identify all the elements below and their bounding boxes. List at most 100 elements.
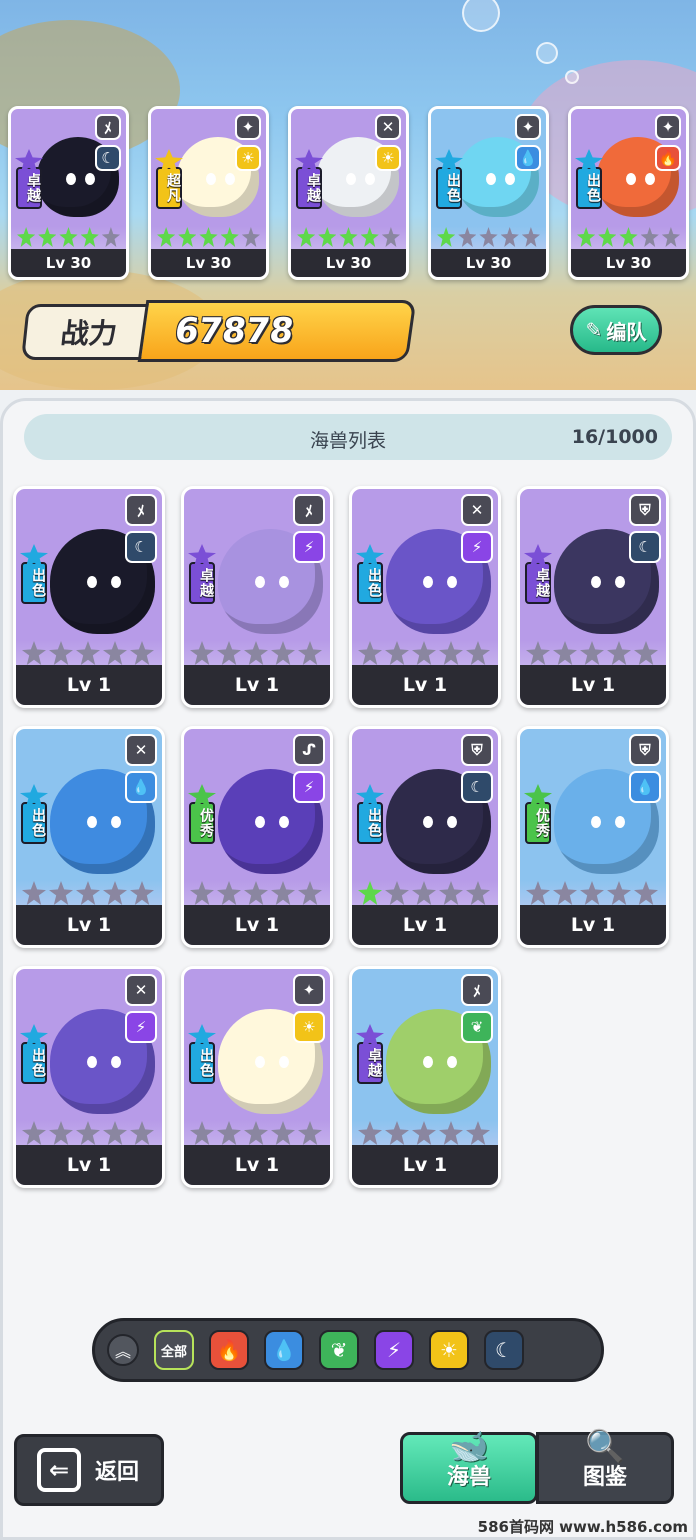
star-empty-icon <box>412 641 436 665</box>
creature-eye <box>422 576 433 589</box>
star-rating <box>526 641 660 665</box>
element-filter-bar: ︽ 全部 🔥 💧 ❦ ⚡ ☀ ☾ <box>92 1318 604 1382</box>
star-empty-icon <box>244 881 268 905</box>
monster-card[interactable]: ✕ ⚡ 出色 Lv 1 <box>349 486 501 708</box>
star-filled-icon <box>437 227 456 247</box>
star-empty-icon <box>385 881 409 905</box>
creature-eye <box>422 816 433 829</box>
tab-codex[interactable]: 🔍 图鉴 <box>536 1427 674 1504</box>
rank-label: 卓越 <box>16 167 42 209</box>
rank-label: 卓越 <box>189 562 215 604</box>
level-label: Lv 1 <box>16 665 162 705</box>
combat-power-label: 战力 <box>21 304 157 360</box>
back-button[interactable]: ⇐ 返回 <box>14 1434 164 1506</box>
star-empty-icon <box>190 641 214 665</box>
collapse-chevrons-icon[interactable]: ︽ <box>107 1334 139 1366</box>
water-filter-icon[interactable]: 💧 <box>264 1330 304 1370</box>
shield-icon: ⛨ <box>629 734 661 766</box>
sword-icon: ﾒ <box>293 494 325 526</box>
star-empty-icon <box>580 881 604 905</box>
dark-filter-icon[interactable]: ☾ <box>484 1330 524 1370</box>
star-empty-icon <box>22 641 46 665</box>
rank-label: 出色 <box>189 1042 215 1084</box>
rank-label: 出色 <box>21 562 47 604</box>
rank-label: 卓越 <box>296 167 322 209</box>
star-rating <box>358 1121 492 1145</box>
monster-card[interactable]: ✦ ☀ 出色 Lv 1 <box>181 966 333 1188</box>
star-empty-icon <box>103 641 127 665</box>
bottom-tabs: 🐋 海兽 🔍 图鉴 <box>400 1427 676 1508</box>
light-filter-icon[interactable]: ☀ <box>429 1330 469 1370</box>
creature-eye <box>254 576 265 589</box>
monster-grid: ﾒ ☾ 出色 Lv 1 ﾒ ⚡ 卓越 Lv 1 ✕ ⚡ 出色 Lv 1 ⛨ ☾ 卓越 Lv 1 ✕ 💧 出色 Lv 1… <box>13 486 669 1188</box>
tab-monsters[interactable]: 🐋 海兽 <box>400 1427 538 1504</box>
creature-eye <box>86 576 97 589</box>
rank-badge: 卓越 <box>15 149 43 219</box>
monster-card[interactable]: ﾒ ☾ 出色 Lv 1 <box>13 486 165 708</box>
star-filled-icon <box>577 227 596 247</box>
star-empty-icon <box>634 641 658 665</box>
monster-count: 16/1000 <box>571 426 658 448</box>
thunder-filter-icon[interactable]: ⚡ <box>374 1330 414 1370</box>
creature-eye <box>485 173 496 185</box>
star-empty-icon <box>358 641 382 665</box>
team-member-card[interactable]: ✦ 💧 出色 Lv 30 <box>428 106 549 280</box>
star-empty-icon <box>458 227 477 247</box>
creature-eye <box>364 173 375 185</box>
dark-element-icon: ☾ <box>95 145 121 171</box>
star-empty-icon <box>271 1121 295 1145</box>
creature-eye <box>614 816 625 829</box>
star-filled-icon <box>157 227 176 247</box>
star-rating <box>297 227 401 247</box>
star-empty-icon <box>76 881 100 905</box>
star-empty-icon <box>553 881 577 905</box>
star-empty-icon <box>479 227 498 247</box>
monster-card[interactable]: ✕ ⚡ 出色 Lv 1 <box>13 966 165 1188</box>
monster-card[interactable]: ⛨ 💧 优秀 Lv 1 <box>517 726 669 948</box>
star-empty-icon <box>607 881 631 905</box>
creature-eye <box>110 1056 121 1069</box>
star-filled-icon <box>220 227 239 247</box>
fire-filter-icon[interactable]: 🔥 <box>209 1330 249 1370</box>
star-rating <box>526 881 660 905</box>
monster-card[interactable]: ✕ 💧 出色 Lv 1 <box>13 726 165 948</box>
star-empty-icon <box>244 1121 268 1145</box>
team-lineup: ﾒ ☾ 卓越 Lv 30 ✦ ☀ 超凡 Lv 30 ✕ ☀ 卓越 Lv 30 ✦ 💧 出色 Lv 30 ✦ 🔥 出色… <box>8 106 689 280</box>
thunder-element-icon: ⚡ <box>461 531 493 563</box>
shield-icon: ⛨ <box>461 734 493 766</box>
star-empty-icon <box>76 1121 100 1145</box>
monster-card[interactable]: ﾒ ❦ 卓越 Lv 1 <box>349 966 501 1188</box>
creature-eye <box>254 1056 265 1069</box>
monster-card[interactable]: ﾒ ⚡ 卓越 Lv 1 <box>181 486 333 708</box>
team-member-card[interactable]: ﾒ ☾ 卓越 Lv 30 <box>8 106 129 280</box>
team-member-card[interactable]: ✦ 🔥 出色 Lv 30 <box>568 106 689 280</box>
team-member-card[interactable]: ✕ ☀ 卓越 Lv 30 <box>288 106 409 280</box>
star-filled-icon <box>318 227 337 247</box>
star-empty-icon <box>412 1121 436 1145</box>
star-empty-icon <box>241 227 261 247</box>
creature-eye <box>614 576 625 589</box>
bow-icon: ✕ <box>461 494 493 526</box>
creature-eye <box>446 1056 457 1069</box>
star-rating <box>22 641 156 665</box>
star-empty-icon <box>439 641 463 665</box>
team-member-card[interactable]: ✦ ☀ 超凡 Lv 30 <box>148 106 269 280</box>
star-filled-icon <box>360 227 379 247</box>
filter-all-button[interactable]: 全部 <box>154 1330 194 1370</box>
monster-card[interactable]: ᔑ ⚡ 优秀 Lv 1 <box>181 726 333 948</box>
rank-label: 优秀 <box>189 802 215 844</box>
creature-eye <box>224 173 235 185</box>
star-empty-icon <box>130 1121 154 1145</box>
star-empty-icon <box>580 641 604 665</box>
star-rating <box>190 641 324 665</box>
rank-badge: 卓越 <box>295 149 323 219</box>
star-filled-icon <box>297 227 316 247</box>
star-empty-icon <box>298 1121 322 1145</box>
star-empty-icon <box>521 227 541 247</box>
star-filled-icon <box>598 227 617 247</box>
monster-card[interactable]: ⛨ ☾ 卓越 Lv 1 <box>517 486 669 708</box>
monster-card[interactable]: ⛨ ☾ 出色 Lv 1 <box>349 726 501 948</box>
star-empty-icon <box>466 881 490 905</box>
edit-team-button[interactable]: ✎ 编队 <box>570 305 662 355</box>
grass-filter-icon[interactable]: ❦ <box>319 1330 359 1370</box>
